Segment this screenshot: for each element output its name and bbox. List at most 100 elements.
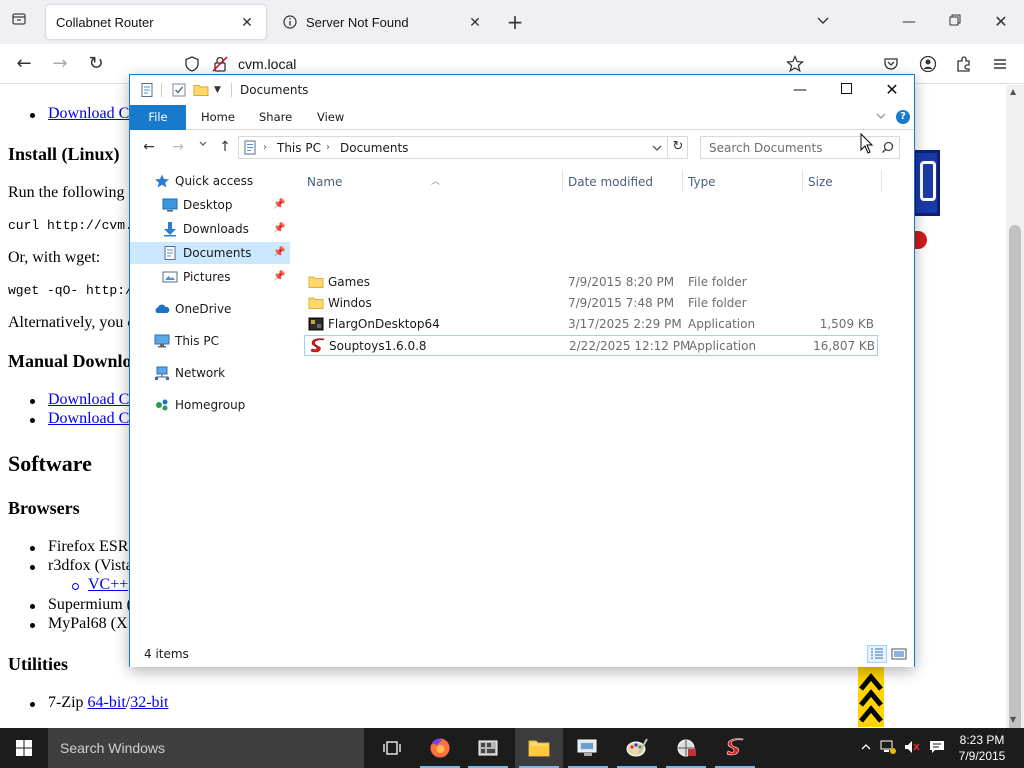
explorer-title-bar[interactable]: ▼ Documents — ✕ [130, 75, 914, 105]
pin-icon[interactable]: 📌 [273, 194, 285, 216]
nav-pictures[interactable]: Pictures 📌 [130, 266, 290, 288]
nav-homegroup[interactable]: Homegroup [130, 394, 290, 416]
nav-this-pc[interactable]: This PC [130, 330, 290, 352]
pin-icon[interactable]: 📌 [273, 266, 285, 288]
code-wget: wget -qO- http://c [8, 283, 149, 298]
file-row-selected[interactable]: Souptoys1.6.0.8 2/22/2025 12:12 PM Appli… [304, 335, 878, 356]
recent-locations-chevron-icon[interactable] [192, 137, 214, 157]
vc-link[interactable]: VC++ [88, 576, 128, 594]
restore-button[interactable] [943, 10, 967, 34]
hamburger-menu-icon[interactable] [991, 55, 1011, 75]
media-app-icon[interactable] [464, 728, 512, 768]
close-tab-icon[interactable]: ✕ [238, 14, 256, 31]
ribbon-tab-view[interactable]: View [303, 105, 358, 130]
ribbon-tab-home[interactable]: Home [187, 105, 249, 130]
new-tab-button[interactable]: + [503, 11, 527, 33]
forward-button[interactable]: → [167, 137, 189, 157]
column-header-date[interactable]: Date modified [568, 172, 653, 192]
back-button[interactable]: ← [138, 137, 160, 157]
action-center-icon[interactable] [928, 738, 946, 756]
ribbon-tab-file[interactable]: File [130, 105, 186, 130]
file-row[interactable]: FlargOnDesktop64 3/17/2025 2:29 PM Appli… [304, 314, 878, 335]
scrollbar-thumb[interactable] [1009, 225, 1021, 765]
nav-network[interactable]: Network [130, 362, 290, 384]
breadcrumb-documents[interactable]: Documents [340, 141, 408, 155]
download-link[interactable]: Download C [48, 105, 129, 123]
star-bookmark-icon[interactable] [785, 54, 806, 75]
account-icon[interactable] [919, 55, 939, 75]
reload-button[interactable]: ↻ [83, 52, 109, 76]
chevron-down-icon[interactable] [815, 12, 835, 32]
insecure-lock-icon[interactable] [211, 55, 229, 73]
column-divider[interactable] [802, 170, 803, 192]
customize-toolbar-chevron-icon[interactable]: ▼ [214, 82, 230, 98]
download-link[interactable]: Download C [48, 391, 129, 409]
url-field[interactable]: cvm.local [238, 56, 296, 72]
volume-muted-icon[interactable] [903, 738, 921, 756]
refresh-button[interactable]: ↻ [667, 136, 688, 159]
page-scrollbar[interactable]: ▲ ▼ [1006, 85, 1024, 765]
forward-button[interactable]: → [47, 52, 73, 76]
large-icons-view-icon[interactable] [889, 645, 909, 663]
column-divider[interactable] [682, 170, 683, 192]
taskbar-search-input[interactable]: Search Windows [48, 728, 364, 768]
ribbon-tab-share[interactable]: Share [245, 105, 306, 130]
file-row[interactable]: Windos 7/9/2015 7:48 PM File folder [304, 293, 878, 314]
download-link[interactable]: Download C [48, 410, 129, 428]
minimize-button[interactable]: — [777, 75, 823, 105]
address-box[interactable]: › This PC › Documents [238, 136, 688, 159]
close-tab-icon[interactable]: ✕ [466, 14, 484, 31]
show-hidden-icons-chevron-icon[interactable] [857, 738, 875, 756]
scroll-down-icon[interactable]: ▼ [1010, 715, 1016, 724]
firefox-app-icon[interactable] [416, 728, 464, 768]
nav-quick-access[interactable]: Quick access [130, 170, 290, 192]
close-window-button[interactable]: ✕ [989, 10, 1013, 34]
up-level-button[interactable]: ↑ [214, 137, 236, 157]
expand-ribbon-chevron-icon[interactable] [874, 109, 888, 126]
scroll-up-icon[interactable]: ▲ [1010, 87, 1016, 96]
details-view-icon[interactable] [867, 645, 887, 663]
start-button[interactable] [0, 728, 48, 768]
help-icon[interactable]: ? [896, 110, 910, 124]
checkbox-icon[interactable] [171, 82, 187, 98]
shield-icon[interactable] [183, 55, 201, 73]
clock[interactable]: 8:23 PM 7/9/2015 [956, 732, 1008, 764]
file-explorer-app-icon[interactable] [515, 728, 563, 768]
search-icon[interactable] [881, 141, 894, 157]
nav-documents[interactable]: Documents 📌 [130, 242, 290, 264]
column-divider[interactable] [881, 170, 882, 192]
breadcrumb-separator-icon[interactable]: › [263, 142, 267, 153]
pin-icon[interactable]: 📌 [273, 242, 285, 264]
column-divider[interactable] [562, 170, 563, 192]
column-header-size[interactable]: Size [808, 172, 833, 192]
souptoys-app-icon[interactable] [711, 728, 759, 768]
maximize-button[interactable] [823, 75, 869, 105]
network-tool-app-icon[interactable] [662, 728, 710, 768]
pin-icon[interactable]: 📌 [273, 218, 285, 240]
folder-icon[interactable] [193, 82, 209, 98]
nav-onedrive[interactable]: OneDrive [130, 298, 290, 320]
pocket-icon[interactable] [882, 55, 902, 75]
network-status-icon[interactable] [879, 738, 897, 756]
tab-list-icon[interactable] [8, 11, 30, 33]
file-row[interactable]: Games 7/9/2015 8:20 PM File folder [304, 272, 878, 293]
close-window-button[interactable]: ✕ [869, 75, 915, 105]
back-button[interactable]: ← [11, 52, 37, 76]
tab-collabnet-router[interactable]: Collabnet Router ✕ [46, 5, 266, 39]
7zip-64bit-link[interactable]: 64-bit [88, 694, 126, 711]
address-history-chevron-icon[interactable] [651, 142, 663, 157]
system-app-icon[interactable] [564, 728, 612, 768]
breadcrumb-separator-icon[interactable]: › [326, 142, 330, 153]
7zip-32bit-link[interactable]: 32-bit [130, 694, 168, 711]
paint-app-icon[interactable] [613, 728, 661, 768]
extensions-icon[interactable] [955, 55, 975, 75]
breadcrumb-this-pc[interactable]: This PC [277, 141, 321, 155]
column-header-name[interactable]: Name ︿ [307, 172, 440, 192]
properties-icon[interactable] [139, 82, 155, 98]
tab-server-not-found[interactable]: Server Not Found ✕ [272, 5, 494, 39]
task-view-icon[interactable] [368, 728, 416, 768]
nav-downloads[interactable]: Downloads 📌 [130, 218, 290, 240]
minimize-button[interactable]: — [897, 10, 921, 34]
nav-desktop[interactable]: Desktop 📌 [130, 194, 290, 216]
column-header-type[interactable]: Type [688, 172, 716, 192]
